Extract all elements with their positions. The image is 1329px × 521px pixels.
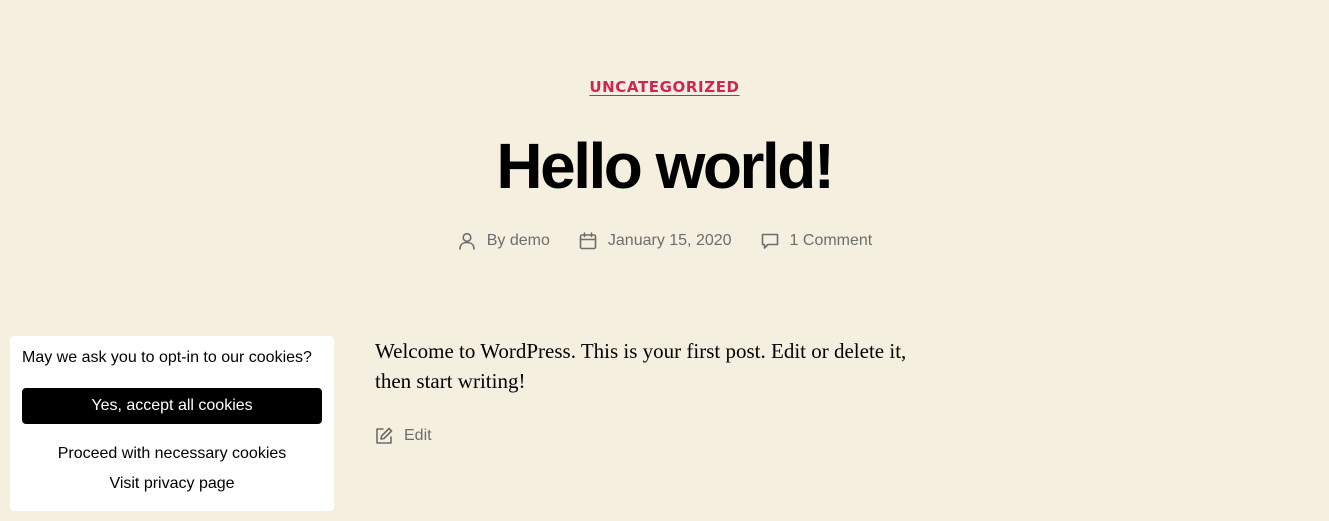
- edit-link[interactable]: Edit: [404, 427, 432, 445]
- post-author: By demo: [457, 231, 550, 251]
- comments-link[interactable]: 1 Comment: [790, 232, 873, 250]
- privacy-page-link[interactable]: Visit privacy page: [22, 474, 322, 494]
- necessary-cookies-link[interactable]: Proceed with necessary cookies: [22, 444, 322, 464]
- comment-bubble-icon: [760, 231, 780, 251]
- calendar-icon: [578, 231, 598, 251]
- post-meta: By demo January 15, 2020 1 Comment: [0, 231, 1329, 251]
- accept-cookies-button[interactable]: Yes, accept all cookies: [22, 388, 322, 424]
- author-link[interactable]: demo: [510, 232, 550, 249]
- post-comments: 1 Comment: [760, 231, 873, 251]
- post-date: January 15, 2020: [578, 231, 732, 251]
- cookie-question: May we ask you to opt-in to our cookies?: [22, 349, 312, 366]
- date-link[interactable]: January 15, 2020: [608, 232, 732, 250]
- cookie-banner: May we ask you to opt-in to our cookies?…: [10, 336, 334, 511]
- author-prefix: By: [486, 232, 506, 249]
- edit-post: Edit: [374, 426, 432, 446]
- post-page: UNCATEGORIZED Hello world! By demo Janua…: [0, 0, 1329, 521]
- category-link[interactable]: UNCATEGORIZED: [589, 78, 739, 96]
- user-icon: [457, 231, 477, 251]
- edit-pencil-icon: [374, 426, 394, 446]
- post-content: Welcome to WordPress. This is your first…: [375, 339, 907, 393]
- post-category: UNCATEGORIZED: [0, 78, 1329, 97]
- post-title: Hello world!: [496, 130, 835, 202]
